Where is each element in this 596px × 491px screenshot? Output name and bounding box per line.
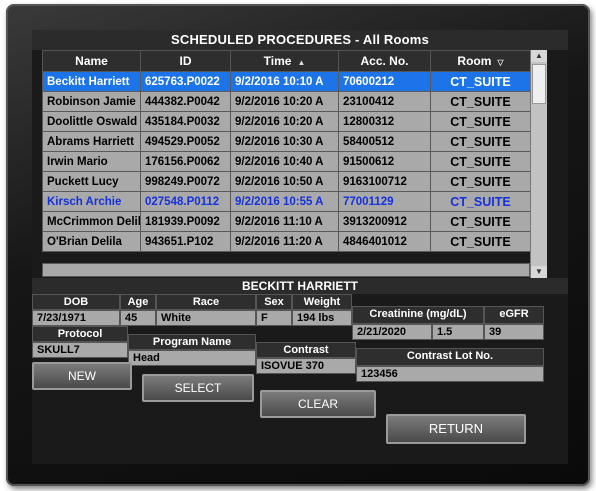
table-row[interactable]: Beckitt Harriett 625763.P0022 9/2/2016 1… <box>42 71 531 92</box>
cell-acc: 12800312 <box>338 111 431 132</box>
cell-name: Robinson Jamie <box>42 91 141 112</box>
scroll-down-icon[interactable]: ▼ <box>531 266 547 278</box>
cell-time: 9/2/2016 10:10 A <box>230 71 339 92</box>
select-button[interactable]: SELECT <box>142 374 254 402</box>
contrast-lot-value: 123456 <box>356 366 544 382</box>
cell-room: CT_SUITE <box>430 131 531 152</box>
cell-acc: 70600212 <box>338 71 431 92</box>
cell-acc: 77001129 <box>338 191 431 212</box>
cell-acc: 3913200912 <box>338 211 431 232</box>
table-row[interactable]: McCrimmon Delila 181939.P0092 9/2/2016 1… <box>42 211 531 232</box>
cell-time: 9/2/2016 11:10 A <box>230 211 339 232</box>
creatinine-value: 1.5 <box>432 324 484 340</box>
column-header-time[interactable]: Time ▲ <box>230 50 339 72</box>
table-row[interactable]: Irwin Mario 176156.P0062 9/2/2016 10:40 … <box>42 151 531 172</box>
cell-acc: 4846401012 <box>338 231 431 252</box>
cell-id: 625763.P0022 <box>140 71 231 92</box>
column-header-id[interactable]: ID <box>140 50 231 72</box>
cell-acc: 23100412 <box>338 91 431 112</box>
cell-time: 9/2/2016 10:20 A <box>230 111 339 132</box>
patient-name-heading: BECKITT HARRIETT <box>32 278 568 294</box>
cell-name: Doolittle Oswald <box>42 111 141 132</box>
table-row[interactable]: Puckett Lucy 998249.P0072 9/2/2016 10:50… <box>42 171 531 192</box>
cell-acc: 9163100712 <box>338 171 431 192</box>
race-value: White <box>156 310 256 326</box>
cell-room: CT_SUITE <box>430 91 531 112</box>
return-button[interactable]: RETURN <box>386 414 526 444</box>
cell-acc: 91500612 <box>338 151 431 172</box>
cell-id: 181939.P0092 <box>140 211 231 232</box>
contrast-value: ISOVUE 370 <box>256 358 356 374</box>
egfr-value: 39 <box>484 324 544 340</box>
cell-id: 998249.P0072 <box>140 171 231 192</box>
creatinine-date-value: 2/21/2020 <box>352 324 432 340</box>
cell-room: CT_SUITE <box>430 231 531 252</box>
egfr-label: eGFR <box>484 306 544 324</box>
cell-id: 494529.P0052 <box>140 131 231 152</box>
cell-room: CT_SUITE <box>430 111 531 132</box>
cell-name: Puckett Lucy <box>42 171 141 192</box>
scroll-up-icon[interactable]: ▲ <box>531 50 547 62</box>
column-header-name[interactable]: Name <box>42 50 141 72</box>
cell-time: 9/2/2016 10:30 A <box>230 131 339 152</box>
table-row-empty <box>42 263 530 277</box>
page-title: SCHEDULED PROCEDURES - All Rooms <box>32 30 568 50</box>
triangle-down-icon: ▽ <box>497 58 504 67</box>
cell-name: Kirsch Archie <box>42 191 141 212</box>
cell-acc: 58400512 <box>338 131 431 152</box>
cell-id: 943651.P102 <box>140 231 231 252</box>
table-row[interactable]: O'Brian Delila 943651.P102 9/2/2016 11:2… <box>42 231 531 252</box>
table-row[interactable]: Abrams Harriett 494529.P0052 9/2/2016 10… <box>42 131 531 152</box>
cell-time: 9/2/2016 11:20 A <box>230 231 339 252</box>
cell-room: CT_SUITE <box>430 191 531 212</box>
cell-id: 444382.P0042 <box>140 91 231 112</box>
race-label: Race <box>156 294 256 310</box>
procedures-table: Name ID Time ▲ Acc. No. Room ▽ Beckitt Har… <box>42 50 531 252</box>
table-scrollbar[interactable]: ▲ ▼ <box>530 50 547 278</box>
new-button[interactable]: NEW <box>32 362 132 390</box>
triangle-up-icon: ▲ <box>297 58 306 67</box>
contrast-lot-label: Contrast Lot No. <box>356 348 544 366</box>
sex-label: Sex <box>256 294 292 310</box>
dob-value: 7/23/1971 <box>32 310 120 326</box>
cell-id: 435184.P0032 <box>140 111 231 132</box>
clear-button[interactable]: CLEAR <box>260 390 376 418</box>
cell-id: 176156.P0062 <box>140 151 231 172</box>
age-label: Age <box>120 294 156 310</box>
sex-value: F <box>256 310 292 326</box>
protocol-value: SKULL7 <box>32 342 128 358</box>
cell-time: 9/2/2016 10:55 A <box>230 191 339 212</box>
table-header-row: Name ID Time ▲ Acc. No. Room ▽ <box>42 50 531 72</box>
table-row[interactable]: Robinson Jamie 444382.P0042 9/2/2016 10:… <box>42 91 531 112</box>
cell-time: 9/2/2016 10:20 A <box>230 91 339 112</box>
monitor-bezel: SCHEDULED PROCEDURES - All Rooms Name ID… <box>6 4 590 486</box>
cell-name: Irwin Mario <box>42 151 141 172</box>
column-header-acc-no[interactable]: Acc. No. <box>338 50 431 72</box>
cell-room: CT_SUITE <box>430 211 531 232</box>
cell-room: CT_SUITE <box>430 71 531 92</box>
cell-name: Abrams Harriett <box>42 131 141 152</box>
cell-time: 9/2/2016 10:40 A <box>230 151 339 172</box>
cell-room: CT_SUITE <box>430 171 531 192</box>
contrast-label: Contrast <box>256 342 356 358</box>
dob-label: DOB <box>32 294 120 310</box>
cell-name: Beckitt Harriett <box>42 71 141 92</box>
table-row[interactable]: Doolittle Oswald 435184.P0032 9/2/2016 1… <box>42 111 531 132</box>
age-value: 45 <box>120 310 156 326</box>
screen: SCHEDULED PROCEDURES - All Rooms Name ID… <box>32 30 568 464</box>
weight-label: Weight <box>292 294 352 310</box>
cell-time: 9/2/2016 10:50 A <box>230 171 339 192</box>
cell-room: CT_SUITE <box>430 151 531 172</box>
cell-name: O'Brian Delila <box>42 231 141 252</box>
cell-name: McCrimmon Delila <box>42 211 141 232</box>
weight-value: 194 lbs <box>292 310 352 326</box>
creatinine-label: Creatinine (mg/dL) <box>352 306 484 324</box>
program-name-value: Head <box>128 350 256 366</box>
program-name-label: Program Name <box>128 334 256 350</box>
table-row[interactable]: Kirsch Archie 027548.P0112 9/2/2016 10:5… <box>42 191 531 212</box>
column-header-room[interactable]: Room ▽ <box>430 50 531 72</box>
scroll-thumb[interactable] <box>532 64 546 104</box>
protocol-label: Protocol <box>32 326 128 342</box>
cell-id: 027548.P0112 <box>140 191 231 212</box>
